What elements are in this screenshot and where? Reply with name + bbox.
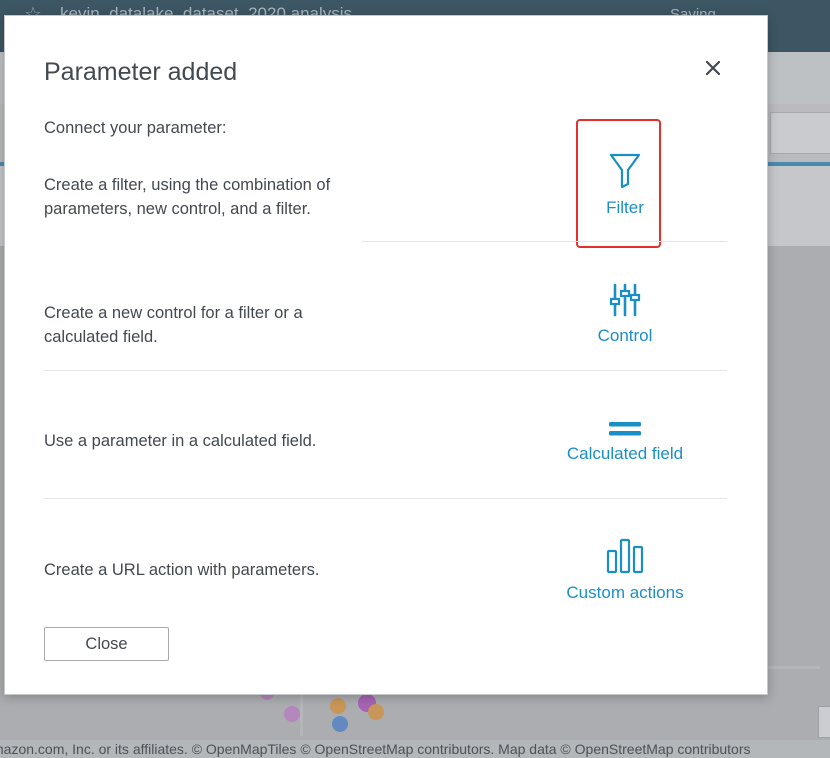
calculated-field-description: Use a parameter in a calculated field. xyxy=(44,432,317,450)
close-button[interactable]: Close xyxy=(44,627,169,661)
parameter-added-dialog: Parameter added Connect your parameter: … xyxy=(4,15,768,695)
calculated-field-action[interactable]: Calculated field xyxy=(555,420,695,464)
filter-description: Create a filter, using the combination o… xyxy=(44,176,331,218)
close-icon[interactable] xyxy=(701,56,725,80)
sliders-icon xyxy=(609,283,641,322)
control-action-label: Control xyxy=(597,326,653,345)
custom-actions-action[interactable]: Custom actions xyxy=(555,538,695,603)
row-divider xyxy=(44,498,727,499)
row-divider xyxy=(44,370,727,371)
control-action[interactable]: Control xyxy=(580,283,670,346)
filter-highlight-box xyxy=(576,119,661,248)
dialog-intro: Connect your parameter: xyxy=(44,119,227,137)
dialog-title: Parameter added xyxy=(44,58,238,86)
calculated-field-action-label: Calculated field xyxy=(566,444,684,463)
row-divider xyxy=(362,241,727,242)
custom-actions-description: Create a URL action with parameters. xyxy=(44,561,320,579)
bar-chart-icon xyxy=(606,538,644,579)
custom-actions-action-label: Custom actions xyxy=(566,583,684,602)
control-description: Create a new control for a filter or a c… xyxy=(44,304,303,346)
equals-icon xyxy=(608,420,642,440)
